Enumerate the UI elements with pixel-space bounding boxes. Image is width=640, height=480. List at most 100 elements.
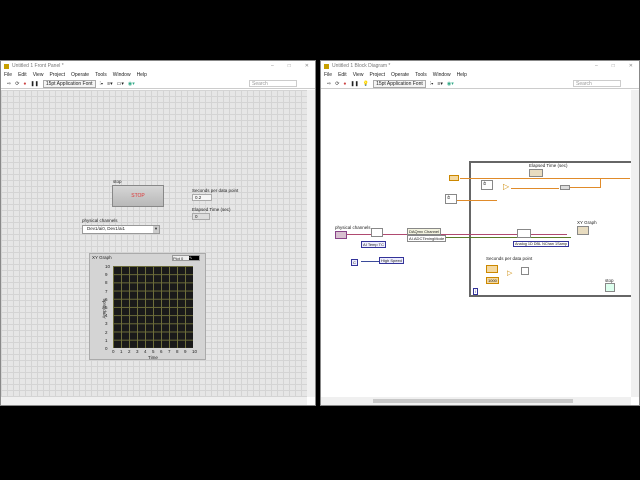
timer-icon: ⏱ xyxy=(445,194,457,204)
x-tick-label: 9 xyxy=(184,349,187,354)
read-mode-selector[interactable]: Analog 1D DBL NChan 1Samp xyxy=(513,241,569,247)
y-tick-label: 8 xyxy=(105,280,108,286)
horizontal-scrollbar[interactable] xyxy=(321,397,631,405)
menu-window[interactable]: Window xyxy=(113,72,131,78)
menu-edit[interactable]: Edit xyxy=(18,72,27,78)
dropdown-arrow-icon[interactable]: ▾ xyxy=(153,226,159,233)
channels-control[interactable]: Dev1/ai0, Dev1/ai1 ▾ xyxy=(82,225,160,234)
close-button[interactable]: ✕ xyxy=(629,63,633,69)
y-tick-label: 3 xyxy=(105,321,108,327)
distribute-icon[interactable]: ≡▾ xyxy=(107,81,112,87)
temp-tc-selector[interactable]: AI Temp TC xyxy=(361,241,386,248)
minimize-button[interactable]: – xyxy=(271,63,274,69)
elapsed-label: Elapsed Time (sec) xyxy=(192,207,231,212)
menu-operate[interactable]: Operate xyxy=(71,72,89,78)
pause-icon[interactable]: ❚❚ xyxy=(350,81,358,87)
resize-icon[interactable]: ▭▾ xyxy=(117,81,124,87)
seconds-label: Seconds per data point xyxy=(192,188,239,193)
front-panel-canvas: stop STOP Seconds per data point 0.2 Ela… xyxy=(1,90,307,397)
window-title: Untitled 1 Front Panel * xyxy=(12,63,64,69)
high-speed-constant[interactable]: High Speed xyxy=(379,257,404,264)
x-tick-label: 10 xyxy=(192,349,198,354)
y-tick-label: 7 xyxy=(105,288,108,294)
y-tick-label: 10 xyxy=(105,264,111,269)
menu-operate[interactable]: Operate xyxy=(391,72,409,78)
search-input[interactable]: Search xyxy=(573,80,621,87)
abort-icon[interactable]: ● xyxy=(23,81,26,87)
vertical-scrollbar[interactable] xyxy=(631,90,639,397)
abort-icon[interactable]: ● xyxy=(343,81,346,87)
align-icon[interactable]: ⫶▾ xyxy=(100,81,104,87)
search-input[interactable]: Search xyxy=(249,80,297,87)
loop-index: i xyxy=(473,288,478,295)
font-select[interactable]: 15pt Application Font xyxy=(373,79,426,88)
channel-property-node: DAQmx Channel xyxy=(407,228,442,235)
graph-title: XY Graph xyxy=(92,255,112,260)
labview-icon xyxy=(324,63,329,69)
y-tick-label: 2 xyxy=(105,329,108,335)
daqmx-read-vi xyxy=(517,229,531,238)
menu-view[interactable]: View xyxy=(33,72,44,78)
highlight-icon[interactable]: 💡 xyxy=(363,81,369,87)
stop-label: stop xyxy=(113,179,122,184)
run-continuous-icon[interactable]: ⟳ xyxy=(15,81,19,87)
menu-project[interactable]: Project xyxy=(369,72,385,78)
menu-bar: File Edit View Project Operate Tools Window Hel… xyxy=(1,71,315,79)
menu-help[interactable]: Help xyxy=(137,72,147,78)
x-tick-label: 6 xyxy=(160,349,163,354)
menu-edit[interactable]: Edit xyxy=(338,72,347,78)
channels-label: physical channels xyxy=(335,225,371,230)
menu-tools[interactable]: Tools xyxy=(415,72,427,78)
y-axis-label: Amplitude xyxy=(101,298,107,319)
elapsed-indicator: 0 xyxy=(192,213,210,220)
x-axis-label: Time xyxy=(148,355,158,360)
reorder-icon[interactable]: ◉▾ xyxy=(447,81,454,87)
menu-help[interactable]: Help xyxy=(457,72,467,78)
seconds-terminal xyxy=(486,265,498,273)
minimize-button[interactable]: – xyxy=(595,63,598,69)
menu-project[interactable]: Project xyxy=(49,72,65,78)
close-button[interactable]: ✕ xyxy=(305,63,309,69)
plot-area xyxy=(113,266,193,348)
unit-constant[interactable]: C xyxy=(351,259,358,266)
ms-constant: 1000 xyxy=(486,277,499,284)
stop-button[interactable]: STOP xyxy=(112,185,164,207)
x-tick-label: 5 xyxy=(152,349,155,354)
create-channel-vi xyxy=(371,228,383,237)
timer-icon: ⏱ xyxy=(481,180,493,190)
align-icon[interactable]: ⫶▾ xyxy=(430,81,434,87)
vertical-scrollbar[interactable] xyxy=(307,90,315,397)
run-continuous-icon[interactable]: ⟳ xyxy=(335,81,339,87)
xy-graph: XY Graph Plot 0 ∿ 10 9 8 7 6 5 4 3 2 1 0 0123456789… xyxy=(89,253,206,360)
menu-file[interactable]: File xyxy=(4,72,12,78)
seconds-input[interactable]: 0.2 xyxy=(192,194,212,201)
x-tick-label: 0 xyxy=(112,349,115,354)
front-panel-window: Untitled 1 Front Panel * – □ ✕ File Edit View… xyxy=(0,60,316,406)
x-tick-label: 2 xyxy=(128,349,131,354)
horizontal-scrollbar[interactable] xyxy=(1,397,307,405)
xy-graph-terminal xyxy=(577,226,589,235)
legend-label: Plot 0 xyxy=(173,256,184,261)
menu-file[interactable]: File xyxy=(324,72,332,78)
distribute-icon[interactable]: ≡▾ xyxy=(437,81,442,87)
stop-button-text: STOP xyxy=(131,193,145,199)
channels-terminal xyxy=(335,231,347,239)
menu-tools[interactable]: Tools xyxy=(95,72,107,78)
font-select[interactable]: 15pt Application Font xyxy=(42,79,96,88)
channels-label: physical channels xyxy=(82,218,118,223)
x-tick-label: 8 xyxy=(176,349,179,354)
tick-count-node xyxy=(449,175,459,181)
pause-icon[interactable]: ❚❚ xyxy=(30,81,38,87)
run-icon[interactable]: ⇨ xyxy=(7,81,11,87)
maximize-button[interactable]: □ xyxy=(612,63,615,69)
maximize-button[interactable]: □ xyxy=(288,63,291,69)
menu-view[interactable]: View xyxy=(353,72,364,78)
block-diagram-window: Untitled 1 Block Diagram * – □ ✕ File Edit Vi… xyxy=(320,60,640,406)
menu-window[interactable]: Window xyxy=(433,72,451,78)
run-icon[interactable]: ⇨ xyxy=(327,81,331,87)
reorder-icon[interactable]: ◉▾ xyxy=(128,81,135,87)
x-tick-label: 1 xyxy=(120,349,123,354)
subtract-node: ▷ xyxy=(503,182,510,191)
x-tick-label: 3 xyxy=(136,349,139,354)
plot-legend[interactable]: Plot 0 ∿ xyxy=(172,255,200,261)
